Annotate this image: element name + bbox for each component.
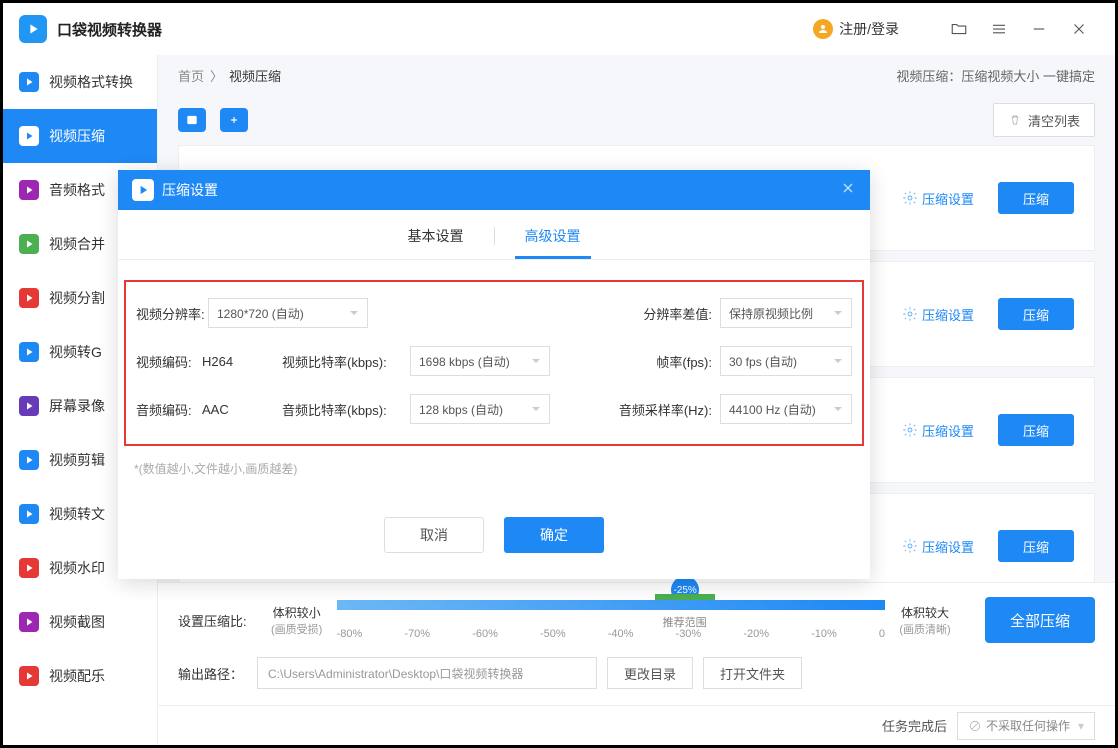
bottom-panel: 设置压缩比: 体积较小 (画质受损) -25% 推荐范围 -80%-70%-60… — [158, 582, 1115, 745]
row-compress-button[interactable]: 压缩 — [998, 182, 1074, 214]
modal-header: 压缩设置 — [118, 170, 870, 210]
output-path-label: 输出路径： — [178, 664, 243, 683]
gear-icon — [902, 422, 918, 438]
row-compress-button[interactable]: 压缩 — [998, 298, 1074, 330]
breadcrumb-home[interactable]: 首页 — [178, 66, 204, 85]
statusbar: 任务完成后 不采取任何操作 ▾ — [158, 705, 1115, 745]
tab-basic[interactable]: 基本设置 — [398, 226, 474, 259]
sidebar-icon — [19, 612, 39, 632]
vcodec-value: H264 — [202, 354, 282, 369]
sidebar-icon — [19, 666, 39, 686]
row-compress-button[interactable]: 压缩 — [998, 530, 1074, 562]
ok-button[interactable]: 确定 — [504, 517, 604, 553]
sidebar-icon — [19, 72, 39, 92]
breadcrumb-current: 视频压缩 — [229, 66, 281, 85]
sidebar-item-10[interactable]: 视频截图 — [3, 595, 157, 649]
gear-icon — [902, 306, 918, 322]
block-icon — [968, 719, 982, 733]
sidebar-icon — [19, 450, 39, 470]
breadcrumb-sep-icon: 〉 — [210, 66, 223, 85]
sidebar-icon — [19, 396, 39, 416]
asample-label: 音频采样率(Hz): — [619, 400, 712, 419]
abitrate-label: 音频比特率(kbps): — [282, 400, 410, 419]
modal-title: 压缩设置 — [162, 180, 218, 200]
add-file-button[interactable] — [178, 108, 206, 132]
sidebar-item-11[interactable]: 视频配乐 — [3, 649, 157, 703]
folder-button[interactable] — [939, 9, 979, 49]
row-settings-link[interactable]: 压缩设置 — [902, 189, 974, 208]
row-compress-button[interactable]: 压缩 — [998, 414, 1074, 446]
sidebar-icon — [19, 180, 39, 200]
cancel-button[interactable]: 取消 — [384, 517, 484, 553]
close-button[interactable] — [1059, 9, 1099, 49]
vcodec-label: 视频编码: — [136, 352, 202, 371]
user-avatar-icon — [813, 19, 833, 39]
acodec-label: 音频编码: — [136, 400, 202, 419]
abitrate-select[interactable]: 128 kbps (自动) — [410, 394, 550, 424]
ratio-label: 分辨率差值: — [643, 304, 712, 323]
sidebar-icon — [19, 126, 39, 146]
slider-right-label: 体积较大 (画质清晰) — [895, 604, 955, 637]
fps-label: 帧率(fps): — [656, 352, 712, 371]
sidebar-icon — [19, 234, 39, 254]
app-logo — [19, 15, 47, 43]
settings-hint: *(数值越小,文件越小,画质越差) — [118, 446, 870, 477]
breadcrumb: 首页 〉 视频压缩 视频压缩：压缩视频大小 一键搞定 — [158, 55, 1115, 95]
slider-label: 设置压缩比: — [178, 611, 247, 630]
resolution-select[interactable]: 1280*720 (自动) — [208, 298, 368, 328]
gear-icon — [902, 538, 918, 554]
user-login-text: 注册/登录 — [839, 19, 899, 39]
slider-left-label: 体积较小 (画质受损) — [267, 604, 327, 637]
sidebar-icon — [19, 504, 39, 524]
modal-tabs: 基本设置 高级设置 — [118, 210, 870, 260]
change-dir-button[interactable]: 更改目录 — [607, 657, 693, 689]
compression-slider[interactable]: -25% 推荐范围 -80%-70%-60%-50%-40%-30%-20%-1… — [337, 600, 885, 640]
fps-select[interactable]: 30 fps (自动) — [720, 346, 852, 376]
add-folder-button[interactable] — [220, 108, 248, 132]
sidebar-icon — [19, 558, 39, 578]
sidebar-item-1[interactable]: 视频压缩 — [3, 109, 157, 163]
open-folder-button[interactable]: 打开文件夹 — [703, 657, 802, 689]
sidebar-icon — [19, 342, 39, 362]
minimize-button[interactable] — [1019, 9, 1059, 49]
breadcrumb-desc: 视频压缩：压缩视频大小 一键搞定 — [896, 66, 1095, 85]
vbitrate-select[interactable]: 1698 kbps (自动) — [410, 346, 550, 376]
asample-select[interactable]: 44100 Hz (自动) — [720, 394, 852, 424]
vbitrate-label: 视频比特率(kbps): — [282, 352, 410, 371]
sidebar-item-0[interactable]: 视频格式转换 — [3, 55, 157, 109]
row-settings-link[interactable]: 压缩设置 — [902, 421, 974, 440]
titlebar: 口袋视频转换器 注册/登录 — [3, 3, 1115, 55]
modal-close-button[interactable] — [840, 180, 856, 201]
app-title: 口袋视频转换器 — [57, 19, 162, 40]
ratio-select[interactable]: 保持原视频比例 — [720, 298, 852, 328]
compress-all-button[interactable]: 全部压缩 — [985, 597, 1095, 643]
output-path-field[interactable]: C:\Users\Administrator\Desktop\口袋视频转换器 — [257, 657, 597, 689]
row-settings-link[interactable]: 压缩设置 — [902, 537, 974, 556]
trash-icon — [1008, 113, 1022, 127]
row-settings-link[interactable]: 压缩设置 — [902, 305, 974, 324]
resolution-label: 视频分辨率: — [136, 304, 208, 323]
gear-icon — [902, 190, 918, 206]
user-login-area[interactable]: 注册/登录 — [813, 19, 899, 39]
acodec-value: AAC — [202, 402, 282, 417]
toolbar: 清空列表 — [158, 95, 1115, 145]
clear-list-button[interactable]: 清空列表 — [993, 103, 1095, 137]
after-task-select[interactable]: 不采取任何操作 ▾ — [957, 712, 1095, 740]
tab-advanced[interactable]: 高级设置 — [515, 226, 591, 259]
status-label: 任务完成后 — [882, 716, 947, 735]
menu-button[interactable] — [979, 9, 1019, 49]
compress-settings-modal: 压缩设置 基本设置 高级设置 视频分辨率: 1280*720 (自动) 分辨率差… — [118, 170, 870, 579]
modal-logo-icon — [132, 179, 154, 201]
settings-box: 视频分辨率: 1280*720 (自动) 分辨率差值: 保持原视频比例 视频编码… — [124, 280, 864, 446]
sidebar-icon — [19, 288, 39, 308]
